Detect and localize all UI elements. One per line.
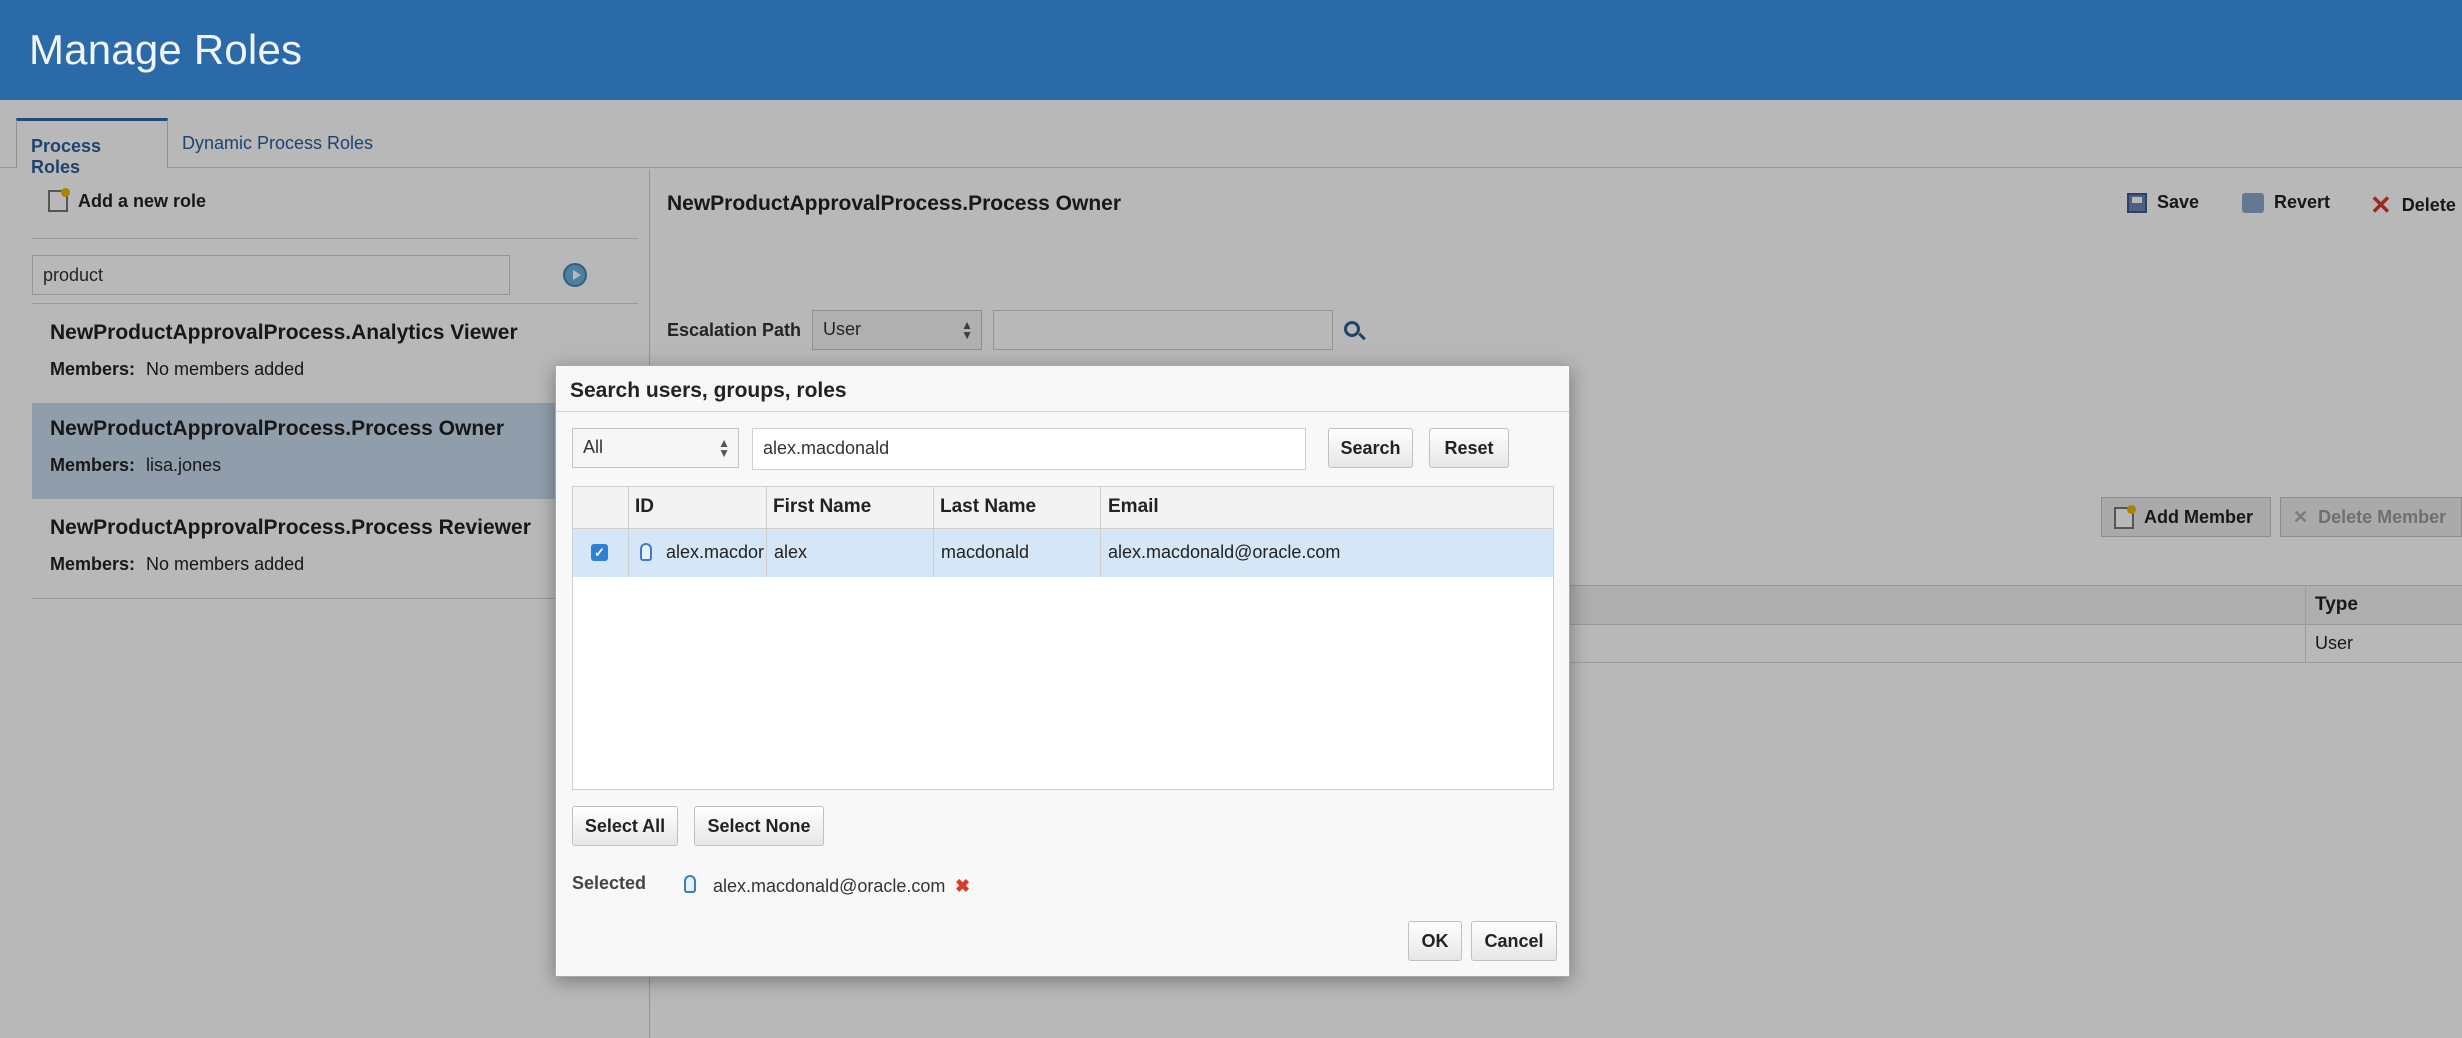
column-divider: [628, 487, 629, 577]
dialog-title: Search users, groups, roles: [570, 379, 847, 402]
results-header: ID First Name Last Name Email: [573, 487, 1553, 529]
column-divider: [933, 487, 934, 577]
last-name-column-header: Last Name: [940, 496, 1037, 517]
page-title: Manage Roles: [29, 26, 303, 73]
user-icon: [640, 543, 652, 561]
column-divider: [766, 487, 767, 577]
search-type-select[interactable]: All ▲ ▼: [572, 428, 739, 468]
results-table: ID First Name Last Name Email ✓ alex.mac…: [572, 486, 1554, 790]
search-dialog: Search users, groups, roles All ▲ ▼ alex.…: [555, 365, 1570, 977]
last-name-cell: macdonald: [941, 542, 1030, 562]
reset-button[interactable]: Reset: [1429, 428, 1509, 468]
selected-value: alex.macdonald@oracle.com: [713, 876, 946, 896]
row-checkbox[interactable]: ✓: [591, 544, 608, 561]
user-id-link[interactable]: alex.macdor: [666, 542, 764, 563]
ok-button[interactable]: OK: [1408, 921, 1462, 961]
select-none-button[interactable]: Select None: [694, 806, 824, 846]
remove-selected-icon[interactable]: ✖: [955, 876, 970, 897]
search-type-value: All: [583, 437, 604, 457]
first-name-cell: alex: [774, 542, 808, 562]
email-column-header: Email: [1108, 496, 1159, 517]
select-arrows-icon: ▲ ▼: [718, 436, 730, 460]
search-button[interactable]: Search: [1328, 428, 1413, 468]
first-name-column-header: First Name: [773, 496, 872, 517]
column-divider: [1100, 487, 1101, 577]
id-column-header: ID: [635, 496, 654, 517]
cancel-button[interactable]: Cancel: [1471, 921, 1557, 961]
divider: [556, 411, 1569, 412]
app-header: Manage Roles: [0, 0, 2462, 100]
dialog-search-input[interactable]: alex.macdonald: [752, 428, 1306, 470]
selected-label: Selected: [572, 873, 647, 893]
user-icon: [684, 875, 696, 893]
email-cell: alex.macdonald@oracle.com: [1108, 542, 1341, 562]
table-row[interactable]: ✓ alex.macdor alex macdonald alex.macdon…: [573, 529, 1553, 577]
select-all-button[interactable]: Select All: [572, 806, 678, 846]
